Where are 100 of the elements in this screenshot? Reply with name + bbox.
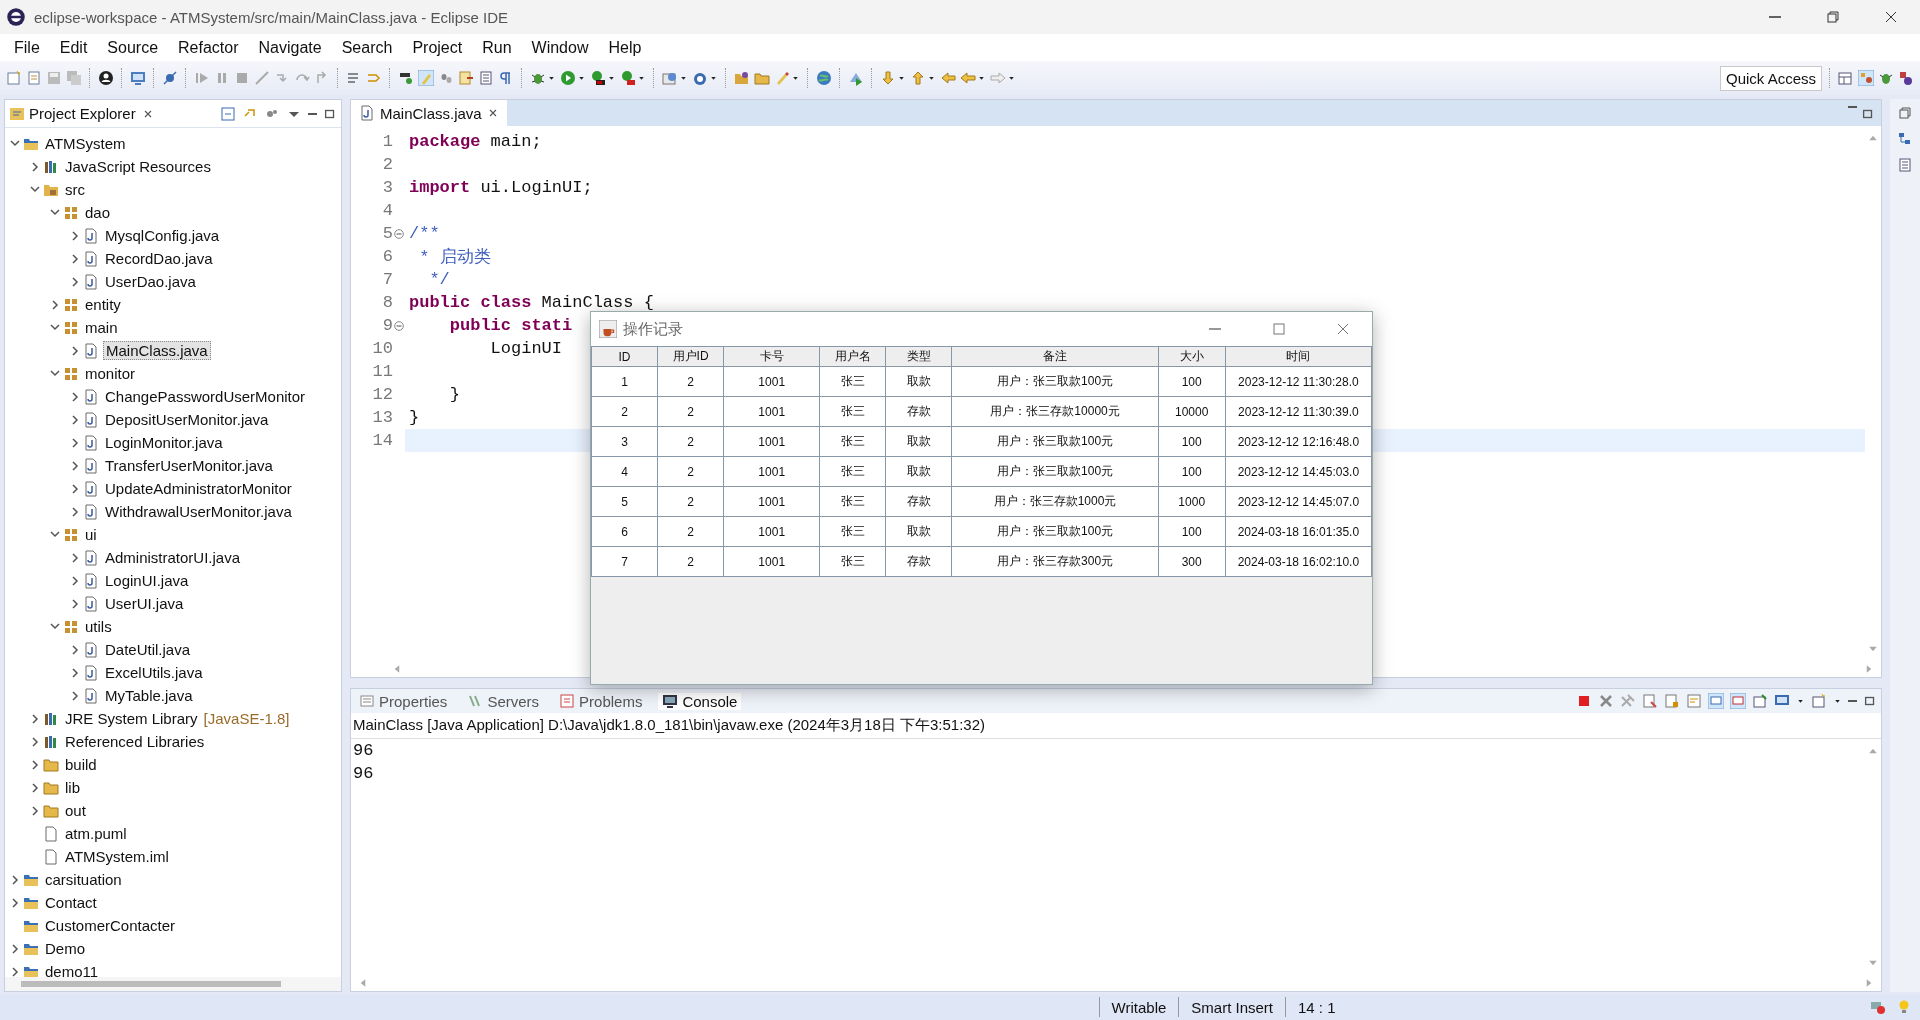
menu-item[interactable]: Run (472, 38, 522, 57)
tree-item[interactable]: UpdateAdministratorMonitor (103, 480, 294, 497)
tree-item[interactable]: utils (83, 618, 114, 635)
tree-item[interactable]: JavaScript Resources (63, 158, 213, 175)
tree-item[interactable]: LoginMonitor.java (103, 434, 225, 451)
table-cell: 4 (591, 456, 658, 487)
scrollbar-thumb[interactable] (21, 981, 281, 987)
tree-item[interactable]: monitor (83, 365, 138, 382)
restore-view-icon[interactable] (1897, 105, 1913, 121)
menu-item[interactable]: Source (97, 38, 169, 57)
menu-item[interactable]: File (4, 38, 50, 57)
file-icon (43, 848, 59, 865)
tree-item[interactable]: build (63, 756, 99, 773)
previous-annotation-icon[interactable] (910, 70, 926, 86)
next-annotation-icon[interactable] (880, 70, 896, 86)
column-header[interactable]: ID (591, 346, 658, 367)
fold-icon[interactable] (394, 228, 404, 239)
column-header[interactable]: 备注 (951, 346, 1159, 367)
minimize-icon (1209, 328, 1221, 330)
tree-item[interactable]: out (63, 802, 88, 819)
tree-item[interactable]: RecordDao.java (103, 250, 215, 267)
menu-item[interactable]: Window (521, 38, 599, 57)
folder-icon[interactable] (754, 70, 770, 86)
tree-item[interactable]: demo11 (43, 963, 101, 977)
tree-item[interactable]: main (83, 319, 120, 336)
package-icon (63, 319, 79, 336)
tree-item[interactable]: TransferUserMonitor.java (103, 457, 275, 474)
scroll-lock-icon[interactable] (1664, 693, 1680, 709)
tree-item[interactable]: AdministratorUI.java (103, 549, 243, 566)
run-external-icon[interactable] (620, 70, 636, 86)
menu-item[interactable]: Search (331, 38, 403, 57)
line-number: 8 (381, 293, 393, 312)
tree-item[interactable]: Contact (43, 894, 99, 911)
tree-item[interactable]: JRE System Library (63, 710, 200, 727)
menu-item[interactable]: Navigate (248, 38, 332, 57)
table-cell: 用户：张三存款1000元 (951, 486, 1159, 517)
menu-item[interactable]: Help (598, 38, 652, 57)
tree-item[interactable]: Demo (43, 940, 87, 957)
panel-tab[interactable]: Servers (463, 692, 544, 710)
tree-item[interactable]: WithdrawalUserMonitor.java (103, 503, 294, 520)
panel-tab[interactable]: Properties (355, 692, 452, 710)
tree-item[interactable]: DateUtil.java (103, 641, 193, 658)
editor-tab[interactable]: MainClass.java (351, 100, 507, 126)
run-icon[interactable] (560, 70, 576, 86)
explorer-tab[interactable]: Project Explorer (9, 105, 136, 122)
close-icon (1883, 9, 1899, 25)
globe-icon[interactable] (816, 70, 832, 86)
skip-breakpoints-icon (162, 70, 178, 86)
tree-item[interactable]: CustomerContacter (43, 917, 178, 934)
tree-item[interactable]: MysqlConfig.java (103, 227, 222, 244)
run-coverage-icon[interactable] (590, 70, 606, 86)
tree-item[interactable]: MainClass.java (103, 341, 211, 360)
show-on-error-icon[interactable] (1730, 693, 1746, 709)
column-header[interactable]: 类型 (885, 346, 952, 367)
tree-item[interactable]: ATMSystem.iml (63, 848, 171, 865)
minimize-icon[interactable] (308, 112, 317, 115)
open-perspective-icon[interactable] (1838, 70, 1854, 86)
tree-item[interactable]: src (63, 181, 87, 198)
tree-item[interactable]: ui (83, 526, 99, 543)
block-selection-icon[interactable] (478, 70, 494, 86)
pin-console-icon[interactable] (1752, 693, 1768, 709)
column-header[interactable]: 时间 (1225, 346, 1372, 367)
column-header[interactable]: 用户名 (819, 346, 886, 367)
tree-item[interactable]: DepositUserMonitor.java (103, 411, 271, 428)
java-file-icon (83, 342, 99, 359)
table-cell: 取款 (885, 456, 952, 487)
tree-item[interactable]: UserUI.java (103, 595, 186, 612)
tree-item[interactable]: atm.puml (63, 825, 129, 842)
clear-console-icon[interactable] (1642, 693, 1658, 709)
close-icon (1335, 321, 1351, 337)
java-file-icon (83, 641, 99, 658)
open-folder-icon[interactable] (734, 70, 750, 86)
tree-item[interactable]: entity (83, 296, 123, 313)
outline-icon[interactable] (1897, 131, 1913, 147)
column-header[interactable]: 用户ID (657, 346, 724, 367)
tree-item[interactable]: ATMSystem (43, 135, 128, 152)
restore-icon (1825, 9, 1841, 25)
tree-item[interactable]: ExcelUtils.java (103, 664, 205, 681)
tree-item[interactable]: carsituation (43, 871, 124, 888)
terminate-icon[interactable] (1576, 693, 1592, 709)
error-log-icon[interactable] (1870, 999, 1886, 1015)
menu-item[interactable]: Project (402, 38, 473, 57)
panel-tab[interactable]: Problems (555, 692, 647, 710)
tree-item[interactable]: lib (63, 779, 82, 796)
column-header[interactable]: 卡号 (723, 346, 820, 367)
fold-icon[interactable] (394, 320, 404, 331)
person-icon[interactable] (98, 70, 114, 86)
menu-item[interactable]: Refactor (168, 38, 249, 57)
quick-access-field[interactable]: Quick Access (1719, 65, 1822, 91)
tree-item[interactable]: dao (83, 204, 113, 221)
tree-item[interactable]: Referenced Libraries (63, 733, 207, 750)
tree-item[interactable]: MyTable.java (103, 687, 195, 704)
line-number: 10 (371, 339, 393, 358)
line-number: 13 (371, 408, 393, 427)
tree-item[interactable]: LoginUI.java (103, 572, 191, 589)
panel-tab[interactable]: Console (658, 692, 742, 710)
menu-item[interactable]: Edit (49, 38, 98, 57)
tree-item[interactable]: ChangePasswordUserMonitor (103, 388, 308, 405)
column-header[interactable]: 大小 (1158, 346, 1226, 367)
tree-item[interactable]: UserDao.java (103, 273, 198, 290)
